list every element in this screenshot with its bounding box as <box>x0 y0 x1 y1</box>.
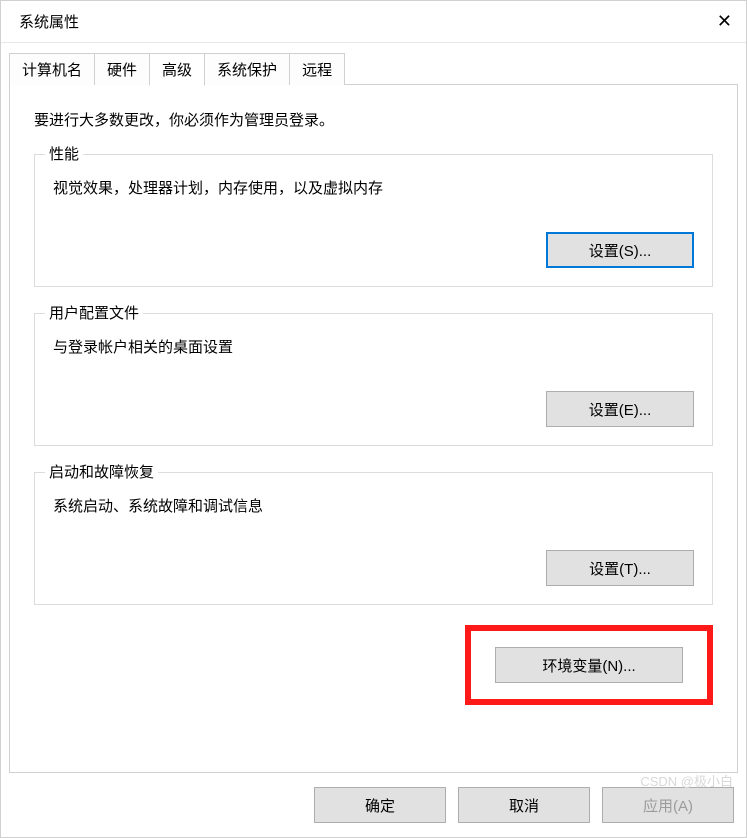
tab-system-protection[interactable]: 系统保护 <box>204 53 290 85</box>
environment-variables-button[interactable]: 环境变量(N)... <box>495 647 683 683</box>
tab-advanced[interactable]: 高级 <box>149 53 205 86</box>
button-row: 设置(T)... <box>53 550 694 586</box>
tabs-container: 计算机名 硬件 高级 系统保护 远程 要进行大多数更改，你必须作为管理员登录。 … <box>1 43 746 773</box>
settings-user-profiles-button[interactable]: 设置(E)... <box>546 391 694 427</box>
tabs-row: 计算机名 硬件 高级 系统保护 远程 <box>9 53 738 85</box>
cancel-button[interactable]: 取消 <box>458 787 590 823</box>
apply-button[interactable]: 应用(A) <box>602 787 734 823</box>
button-row: 设置(E)... <box>53 391 694 427</box>
tab-content-advanced: 要进行大多数更改，你必须作为管理员登录。 性能 视觉效果，处理器计划，内存使用，… <box>9 84 738 773</box>
tab-hardware[interactable]: 硬件 <box>94 53 150 85</box>
dialog-button-bar: 确定 取消 应用(A) <box>1 773 746 837</box>
window-title: 系统属性 <box>19 11 79 32</box>
groupbox-startup-desc: 系统启动、系统故障和调试信息 <box>53 495 694 516</box>
groupbox-startup-title: 启动和故障恢复 <box>45 461 158 482</box>
groupbox-performance-desc: 视觉效果，处理器计划，内存使用，以及虚拟内存 <box>53 177 694 198</box>
groupbox-user-profiles: 用户配置文件 与登录帐户相关的桌面设置 设置(E)... <box>34 313 713 446</box>
titlebar: 系统属性 ✕ <box>1 1 746 43</box>
groupbox-performance: 性能 视觉效果，处理器计划，内存使用，以及虚拟内存 设置(S)... <box>34 154 713 287</box>
tab-remote[interactable]: 远程 <box>289 53 345 85</box>
groupbox-user-profiles-title: 用户配置文件 <box>45 302 143 323</box>
tab-computer-name[interactable]: 计算机名 <box>9 53 95 85</box>
groupbox-user-profiles-desc: 与登录帐户相关的桌面设置 <box>53 336 694 357</box>
ok-button[interactable]: 确定 <box>314 787 446 823</box>
groupbox-startup: 启动和故障恢复 系统启动、系统故障和调试信息 设置(T)... <box>34 472 713 605</box>
env-button-row: 环境变量(N)... <box>34 625 713 705</box>
close-icon[interactable]: ✕ <box>692 11 732 32</box>
system-properties-window: 系统属性 ✕ 计算机名 硬件 高级 系统保护 远程 要进行大多数更改，你必须作为… <box>0 0 747 838</box>
settings-performance-button[interactable]: 设置(S)... <box>546 232 694 268</box>
highlight-box: 环境变量(N)... <box>465 625 713 705</box>
button-row: 设置(S)... <box>53 232 694 268</box>
admin-note: 要进行大多数更改，你必须作为管理员登录。 <box>34 109 713 130</box>
groupbox-performance-title: 性能 <box>45 143 83 164</box>
settings-startup-button[interactable]: 设置(T)... <box>546 550 694 586</box>
